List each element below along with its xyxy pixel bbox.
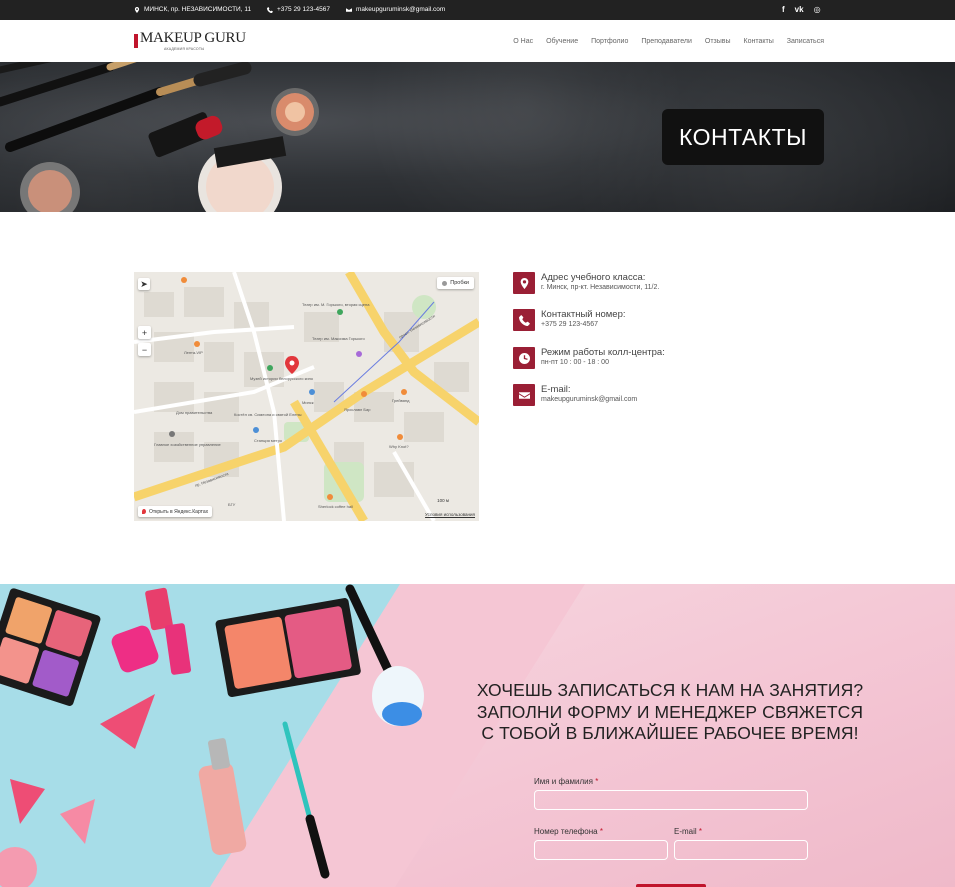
nav-portfolio[interactable]: Портфолио [591,38,628,45]
map-place-label: Главное хозяйственное управление [154,442,221,447]
email-label-text: E-mail [674,827,697,836]
signup-heading: ХОЧЕШЬ ЗАПИСАТЬСЯ К НАМ НА ЗАНЯТИЯ? ЗАПО… [476,680,864,743]
open-in-yandex-label: Открыть в Яндекс.Картах [149,508,209,515]
required-mark: * [698,827,703,836]
traffic-label: Пробки [450,280,469,286]
map-place-label: Театр им. М. Горького, вторая сцена [302,302,370,307]
phone-icon [513,309,535,331]
logo-name: MAKEUP GURU [140,30,246,46]
traffic-icon [442,280,448,286]
contact-address-value: г. Минск, пр-кт. Независимости, 11/2. [541,284,660,291]
cosmetics-illustration [0,584,424,887]
instagram-icon[interactable]: ◎ [814,4,821,16]
zoom-out-button[interactable]: − [138,343,151,356]
contact-email-label: E-mail: [541,384,571,395]
nav-reviews[interactable]: Отзывы [705,38,731,45]
email-input[interactable] [674,840,808,860]
contact-email-value[interactable]: makeupguruminsk@gmail.com [541,395,637,404]
contact-hours: Режим работы колл-центра: пн-пт 10 : 00 … [513,347,665,369]
map-place-label: Дом правительства [176,410,213,415]
site-logo[interactable]: MAKEUP GURU АКАДЕМИЯ КРАСОТЫ [134,30,246,52]
topbar-phone[interactable]: +375 29 123-4567 [267,6,330,13]
zoom-in-button[interactable]: + [138,326,151,339]
site-header: MAKEUP GURU АКАДЕМИЯ КРАСОТЫ О Нас Обуче… [0,20,955,62]
map-place-label: Минск [302,400,314,405]
topbar-address: МИНСК, пр. НЕЗАВИСИМОСТИ, 11 [134,6,251,13]
contact-phone: Контактный номер: +375 29 123-4567 [513,309,626,331]
email-label: E-mail * [674,827,702,836]
envelope-icon [346,7,352,12]
logo-mark [134,34,138,48]
contact-address-label: Адрес учебного класса: [541,272,646,283]
traffic-button[interactable]: Пробки [437,277,474,289]
map-terms-link[interactable]: Условия использования [425,512,475,517]
map-place-label: Костёл св. Симеона и святой Елены [234,412,302,417]
top-info-bar: МИНСК, пр. НЕЗАВИСИМОСТИ, 11 +375 29 123… [0,0,955,20]
clock-icon [513,347,535,369]
envelope-icon [513,384,535,406]
name-label: Имя и фамилия * [534,777,598,786]
contact-hours-label: Режим работы колл-центра: [541,347,665,358]
contact-address: Адрес учебного класса: г. Минск, пр-кт. … [513,272,659,294]
main-nav: О Нас Обучение Портфолио Преподаватели О… [513,38,824,45]
map-place-label: Sherlock coffee hall [318,504,353,509]
nav-teachers[interactable]: Преподаватели [641,38,692,45]
map-place-label: Театр им. Максима Горького [312,336,365,341]
signup-section: ХОЧЕШЬ ЗАПИСАТЬСЯ К НАМ НА ЗАНЯТИЯ? ЗАПО… [0,584,955,887]
contact-hours-value: пн-пт 10 : 00 - 18 : 00 [541,359,609,366]
contact-phone-value[interactable]: +375 29 123-4567 [541,320,626,329]
map-place-label: Ярославл Бар [344,407,371,412]
map-roads [134,272,479,521]
open-in-yandex-maps-link[interactable]: Открыть в Яндекс.Картах [138,506,213,517]
map-locate-button[interactable]: ➤ [138,278,150,290]
nav-contacts[interactable]: Контакты [744,38,774,45]
contact-email: E-mail: makeupguruminsk@gmail.com [513,384,637,406]
social-links: f vk ◎ [782,4,821,16]
phone-label: Номер телефона * [534,827,603,836]
location-pin-icon [134,6,140,13]
yandex-pin-icon [142,509,146,514]
contact-phone-label: Контактный номер: [541,309,626,320]
hero-banner: КОНТАКТЫ [0,62,955,212]
topbar-address-text: МИНСК, пр. НЕЗАВИСИМОСТИ, 11 [144,6,252,13]
topbar-email[interactable]: makeupguruminsk@gmail.com [346,6,445,13]
required-mark: * [595,777,599,786]
topbar-phone-text: +375 29 123-4567 [277,6,330,13]
topbar-email-text: makeupguruminsk@gmail.com [356,6,446,13]
required-mark: * [599,827,603,836]
nav-signup[interactable]: Записаться [787,38,824,45]
logo-subtitle: АКАДЕМИЯ КРАСОТЫ [164,47,205,51]
map-place-label: БГУ [228,502,236,507]
nav-about[interactable]: О Нас [513,38,533,45]
phone-icon [267,6,273,13]
phone-label-text: Номер телефона [534,827,598,836]
location-pin-icon [513,272,535,294]
name-input[interactable] [534,790,808,810]
page-title: КОНТАКТЫ [662,109,824,165]
map-place-label: Грейвянд [392,398,410,403]
phone-input[interactable] [534,840,668,860]
map-scale: 100 м [437,498,449,503]
yandex-map[interactable]: ➤ + − Пробки Театр им. М. Горького, втор… [134,272,479,521]
facebook-icon[interactable]: f [782,4,785,16]
vk-icon[interactable]: vk [795,4,804,16]
map-place-label: Why Knot? [389,444,409,449]
name-label-text: Имя и фамилия [534,777,593,786]
map-place-label: Станция метро [254,438,283,443]
map-place-label: Лента-VIP [184,350,203,355]
nav-courses[interactable]: Обучение [546,38,578,45]
map-place-label: Музей истории белорусского кино [250,376,314,381]
